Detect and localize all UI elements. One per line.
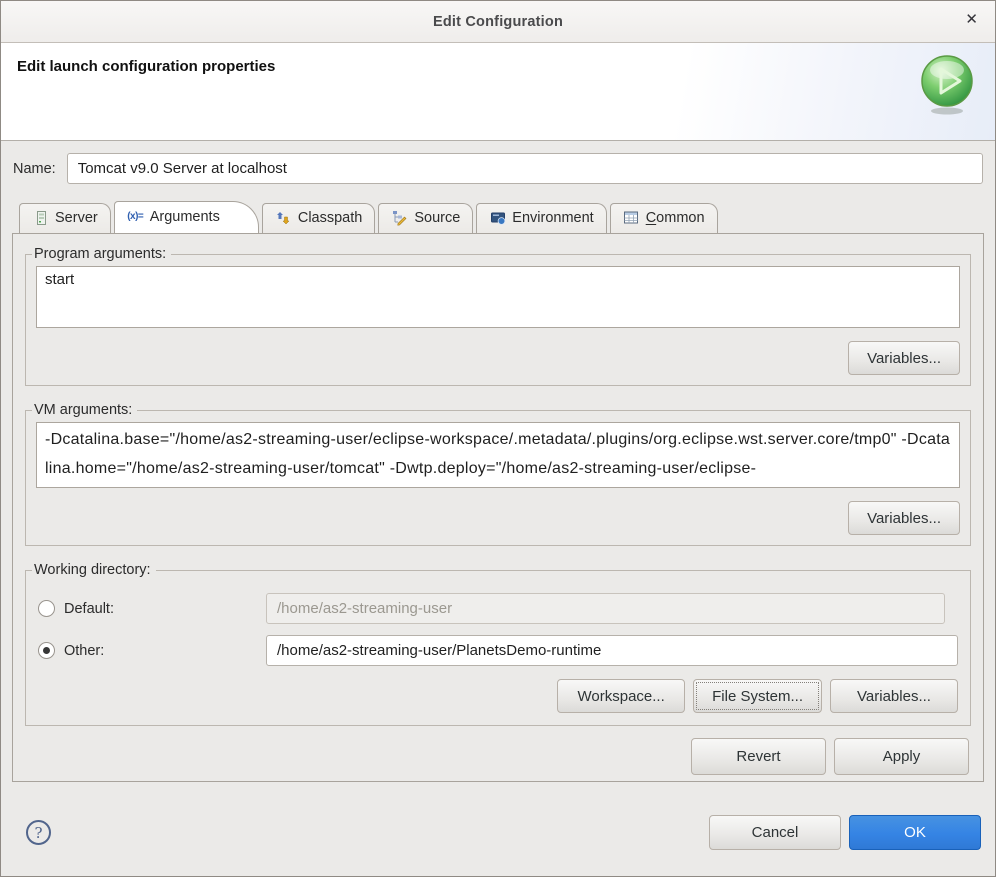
- vm-arguments-variables-button[interactable]: Variables...: [848, 501, 960, 535]
- tab-bar: Server (x)= Arguments Classpath Source: [12, 201, 984, 233]
- working-directory-group: Working directory: Default: Other:: [25, 562, 971, 726]
- environment-icon: [489, 210, 506, 226]
- banner-title: Edit launch configuration properties: [17, 58, 979, 75]
- tab-server[interactable]: Server: [19, 203, 111, 233]
- arguments-icon: (x)=: [127, 209, 144, 225]
- titlebar[interactable]: Edit Configuration ✕: [1, 1, 995, 43]
- vm-arguments-input[interactable]: -Dcatalina.base="/home/as2-streaming-use…: [36, 422, 960, 488]
- tab-label: Source: [414, 210, 460, 226]
- other-radio-circle[interactable]: [38, 642, 55, 659]
- dialog-body: Name: Server (x)= Arguments Classpath: [1, 141, 995, 876]
- dialog-footer: ? Cancel OK: [12, 815, 984, 850]
- working-directory-label: Working directory:: [32, 562, 156, 578]
- tab-source[interactable]: Source: [378, 203, 473, 233]
- tab-label: Server: [55, 210, 98, 226]
- name-row: Name:: [13, 153, 983, 184]
- program-arguments-variables-button[interactable]: Variables...: [848, 341, 960, 375]
- tab-label: Arguments: [150, 209, 220, 225]
- tab-arguments[interactable]: (x)= Arguments: [114, 201, 259, 233]
- default-directory-input: [266, 593, 945, 624]
- edit-configuration-dialog: Edit Configuration ✕ Edit launch configu…: [0, 0, 996, 877]
- default-radio-circle[interactable]: [38, 600, 55, 617]
- server-icon: [32, 210, 49, 226]
- name-input[interactable]: [67, 153, 983, 184]
- program-arguments-input[interactable]: start: [36, 266, 960, 328]
- other-directory-row: Other:: [38, 635, 958, 666]
- help-glyph: ?: [34, 824, 42, 842]
- working-directory-variables-button[interactable]: Variables...: [830, 679, 958, 713]
- other-radio-label: Other:: [64, 643, 104, 659]
- vm-arguments-label: VM arguments:: [32, 402, 137, 418]
- revert-button[interactable]: Revert: [691, 738, 826, 775]
- ok-button[interactable]: OK: [849, 815, 981, 850]
- tab-label: Classpath: [298, 210, 362, 226]
- cancel-button[interactable]: Cancel: [709, 815, 841, 850]
- common-icon: [623, 210, 640, 226]
- tab-common[interactable]: Common: [610, 203, 718, 233]
- default-radio-label: Default:: [64, 601, 114, 617]
- tab-classpath[interactable]: Classpath: [262, 203, 375, 233]
- file-system-button[interactable]: File System...: [693, 679, 822, 713]
- classpath-icon: [275, 210, 292, 226]
- run-play-icon: [917, 52, 979, 118]
- other-radio[interactable]: Other:: [38, 642, 266, 659]
- arguments-tab-panel: Program arguments: start Variables... VM…: [12, 233, 984, 782]
- workspace-button[interactable]: Workspace...: [557, 679, 685, 713]
- window-title: Edit Configuration: [433, 14, 563, 30]
- tab-label: Environment: [512, 210, 593, 226]
- banner: Edit launch configuration properties: [1, 43, 995, 141]
- apply-button[interactable]: Apply: [834, 738, 969, 775]
- vm-arguments-group: VM arguments: -Dcatalina.base="/home/as2…: [25, 402, 971, 546]
- tab-environment[interactable]: Environment: [476, 203, 606, 233]
- default-radio[interactable]: Default:: [38, 600, 266, 617]
- name-label: Name:: [13, 161, 56, 177]
- program-arguments-label: Program arguments:: [32, 246, 171, 262]
- source-icon: [391, 210, 408, 226]
- apply-row: Revert Apply: [25, 738, 971, 790]
- program-arguments-group: Program arguments: start Variables...: [25, 246, 971, 386]
- help-icon[interactable]: ?: [26, 820, 51, 845]
- tab-label: Common: [646, 210, 705, 226]
- default-directory-row: Default:: [38, 593, 958, 624]
- close-icon[interactable]: ✕: [965, 12, 978, 27]
- other-directory-input[interactable]: [266, 635, 958, 666]
